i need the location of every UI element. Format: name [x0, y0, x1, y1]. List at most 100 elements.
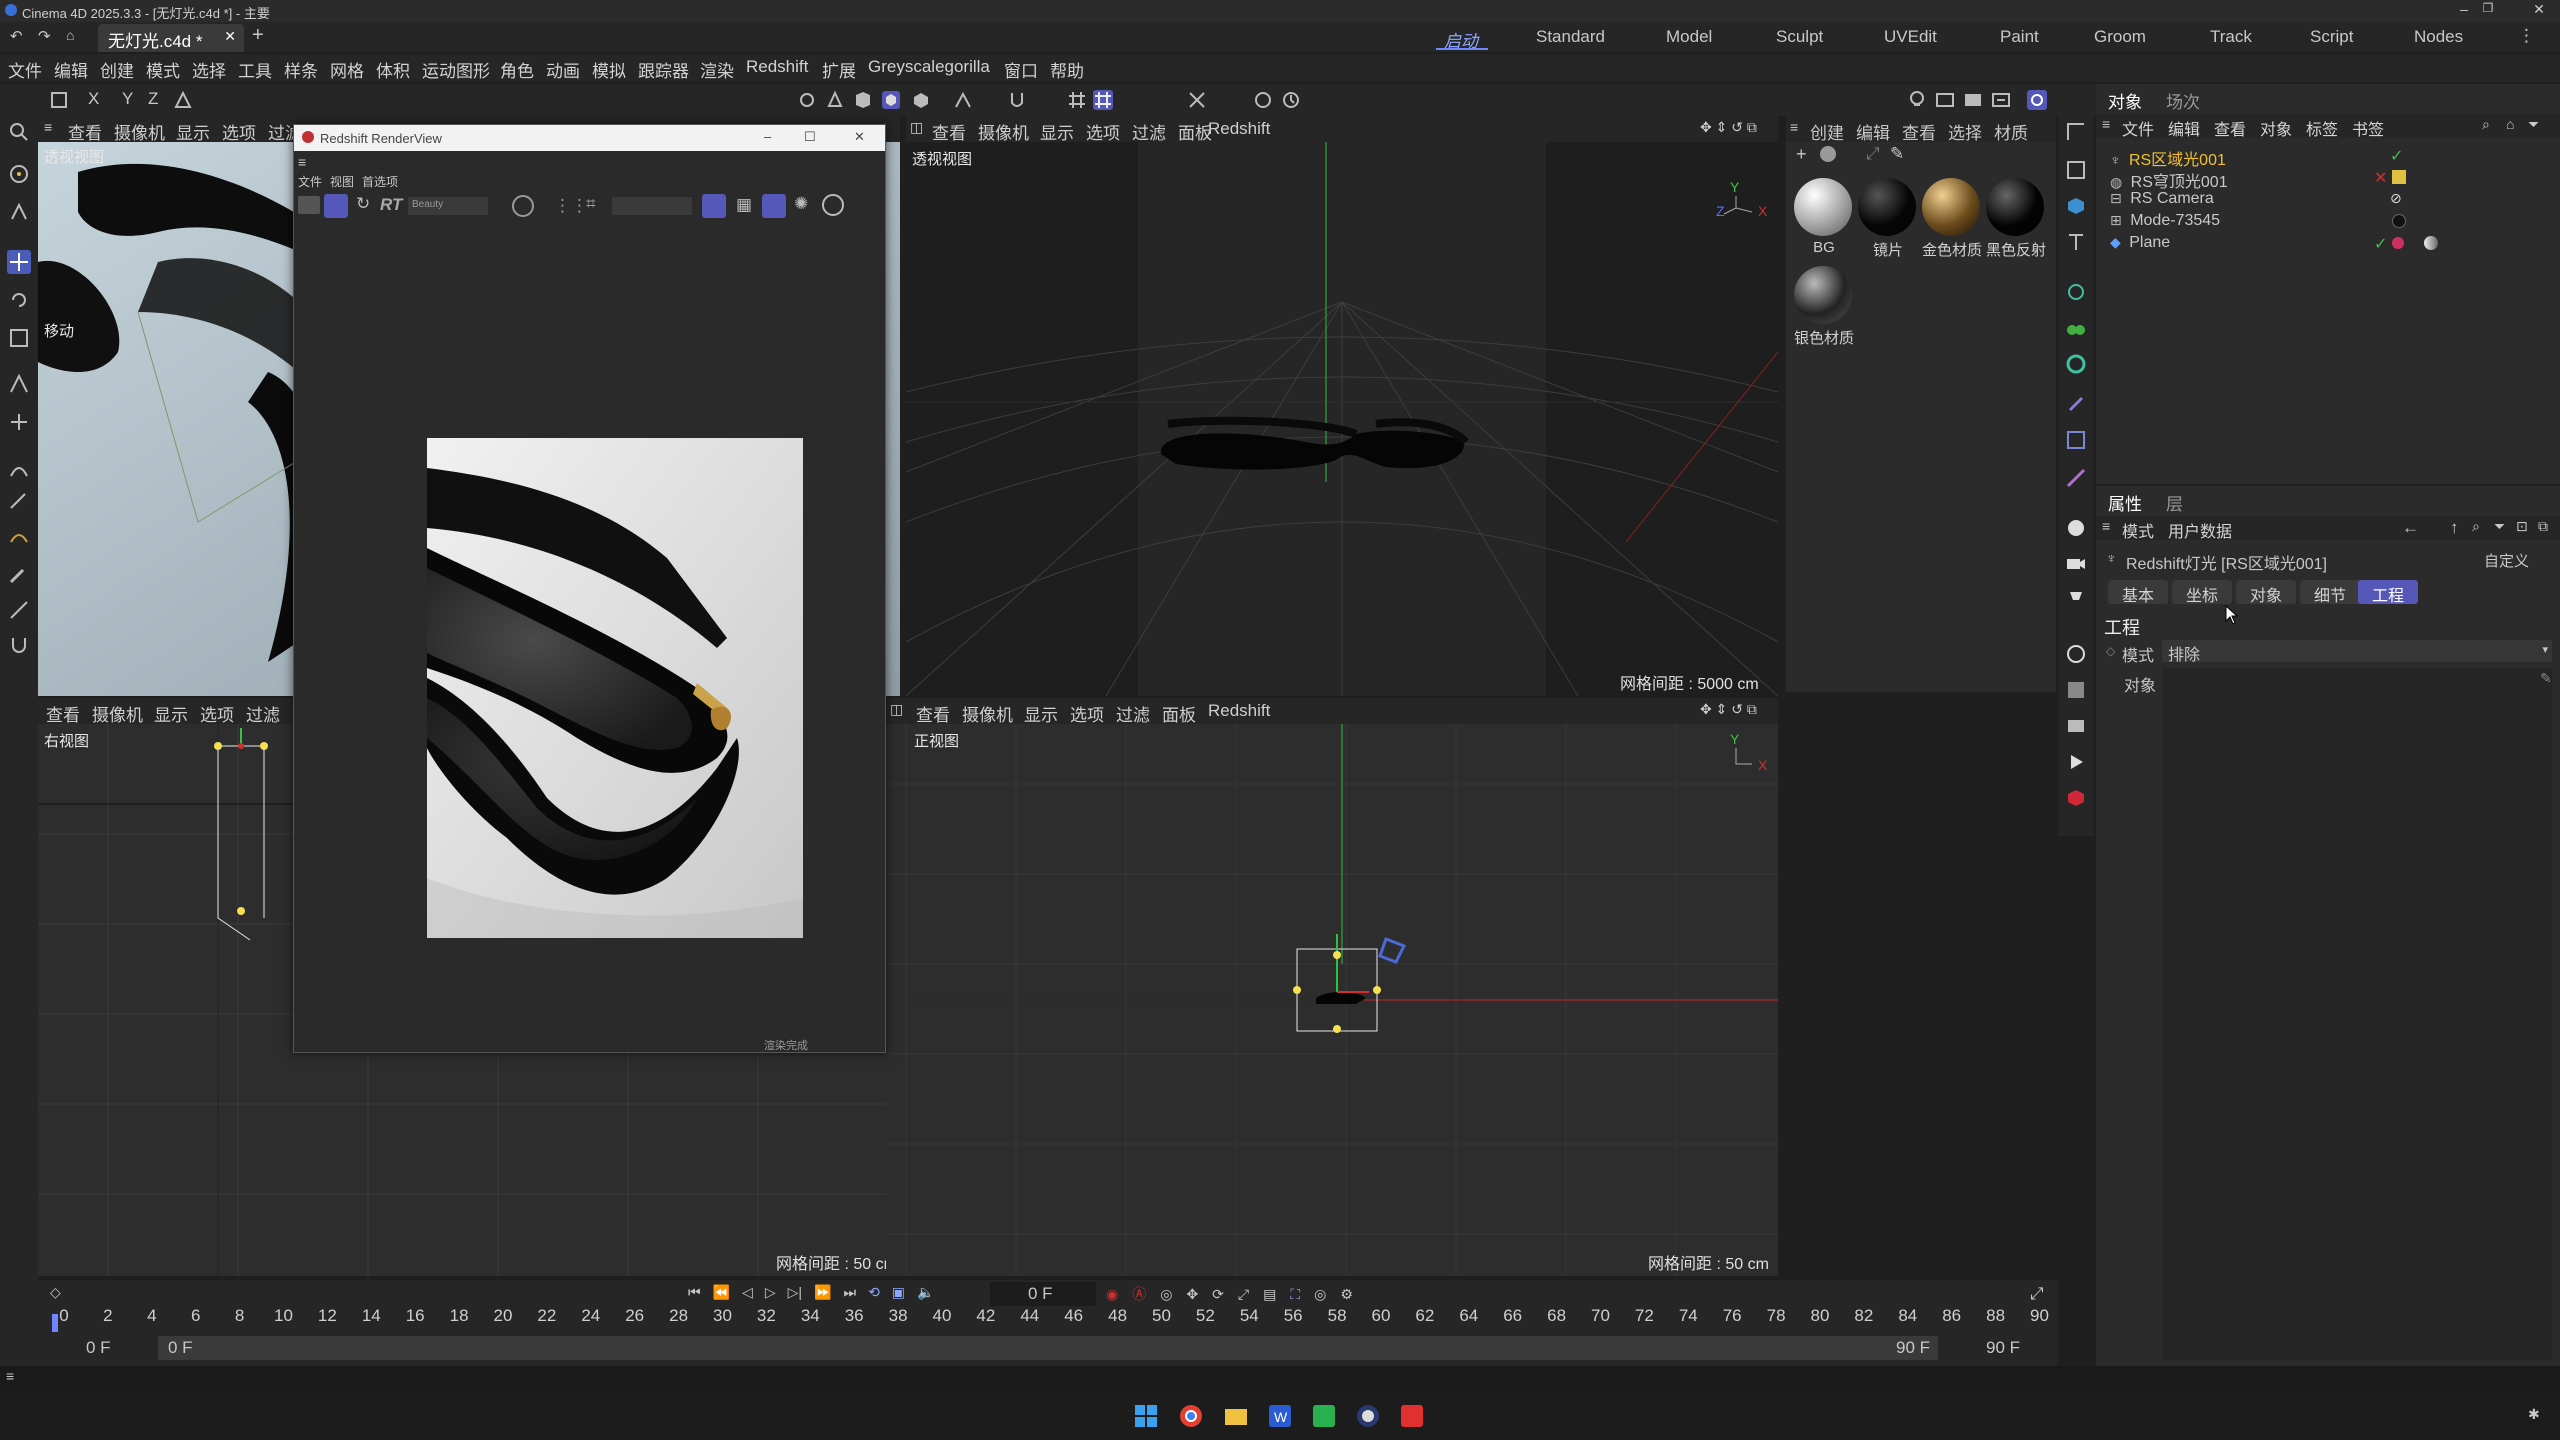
vp-front-menu-filter[interactable]: 过滤 — [1116, 701, 1150, 726]
next-frame-icon[interactable]: ▷| — [788, 1284, 802, 1301]
current-frame-field[interactable]: 0 F — [990, 1282, 1096, 1306]
up-arrow-icon[interactable]: ↑ — [2450, 518, 2459, 538]
menu-render[interactable]: 渲染 — [700, 57, 734, 82]
vp-front-menu-view[interactable]: 查看 — [916, 701, 950, 726]
rv-refresh-icon[interactable]: ↻ — [356, 194, 370, 214]
rv-menu-view[interactable]: 视图 — [330, 173, 354, 190]
obj-menu-icon[interactable]: ≡ — [2102, 116, 2110, 132]
vp-tl-menu-options[interactable]: 选项 — [222, 119, 256, 144]
rv-snowflake-icon[interactable] — [762, 194, 786, 218]
generator-icon[interactable] — [2064, 316, 2088, 340]
magnet-icon[interactable] — [7, 634, 31, 658]
redo-icon[interactable]: ↷ — [38, 27, 51, 45]
vp-tl-menu-camera[interactable]: 摄像机 — [114, 119, 165, 144]
word-icon[interactable]: W — [1268, 1404, 1292, 1428]
attr-tab-basic[interactable]: 基本 — [2108, 580, 2169, 605]
vp-persp-menu-filter[interactable]: 过滤 — [1132, 119, 1166, 144]
motion-icon[interactable]: ◎ — [1314, 1286, 1326, 1303]
mat-menu-create[interactable]: 创建 — [1810, 119, 1844, 144]
redshift-renderview-window[interactable]: Redshift RenderView – ☐ ✕ ≡ 文件 视图 首选项 ↻ … — [293, 124, 886, 1053]
plane-primitive-icon[interactable] — [2064, 158, 2088, 182]
scale-tool-icon[interactable] — [7, 326, 31, 350]
edges-mode-icon[interactable] — [824, 89, 846, 111]
rv-crop-icon[interactable]: ⌗ — [586, 194, 596, 214]
deformer-icon[interactable] — [2064, 352, 2088, 376]
menu-mograph[interactable]: 运动图形 — [422, 57, 490, 82]
rv-menu-icon[interactable]: ≡ — [298, 154, 306, 170]
layout-tab-startup[interactable]: 启动 — [1444, 27, 1478, 52]
axis-lock-y[interactable]: Y — [122, 89, 133, 109]
obj-menu-tags[interactable]: 标签 — [2306, 116, 2338, 140]
menu-volume[interactable]: 体积 — [376, 57, 410, 82]
layout-tab-sculpt[interactable]: Sculpt — [1776, 27, 1823, 47]
file-tab[interactable]: 无灯光.c4d * ✕ — [98, 24, 244, 52]
loop-icon[interactable]: ⟲ — [868, 1284, 880, 1301]
menu-create[interactable]: 创建 — [100, 57, 134, 82]
vp-front-panel-icon[interactable]: ◫ — [890, 701, 903, 718]
obj-menu-edit[interactable]: 编辑 — [2168, 116, 2200, 140]
vp-persp-menu-view[interactable]: 查看 — [932, 119, 966, 144]
object-row-rs-camera[interactable]: ⊟ RS Camera ⊘ — [2110, 190, 2402, 212]
keyframe-diamond-icon[interactable]: ◇ — [50, 1284, 61, 1301]
menu-spline[interactable]: 样条 — [284, 57, 318, 82]
rv-color-mode-icon[interactable] — [512, 195, 534, 217]
close-icon[interactable]: ✕ — [2530, 1, 2548, 19]
prev-frame-icon[interactable]: ◁ — [742, 1284, 753, 1301]
camera-tag-icon[interactable]: ⊘ — [2390, 190, 2402, 207]
null-object-icon[interactable] — [2064, 120, 2088, 144]
camera-icon[interactable] — [2064, 552, 2088, 576]
chrome-icon[interactable] — [1179, 1404, 1203, 1428]
range-start[interactable]: 0 F — [86, 1338, 111, 1358]
attr-tab-coord[interactable]: 坐标 — [2172, 580, 2233, 605]
rv-grid-icon[interactable]: ⋮⋮ — [554, 196, 588, 216]
placement-tool-icon[interactable] — [7, 410, 31, 434]
menu-tracker[interactable]: 跟踪器 — [638, 57, 689, 82]
move-tool-icon[interactable] — [7, 250, 31, 274]
rv-close-icon[interactable]: ✕ — [854, 129, 865, 145]
material-lens[interactable]: 镜片 — [1858, 178, 1918, 260]
menu-edit[interactable]: 编辑 — [54, 57, 88, 82]
custom-dropdown[interactable]: 自定义 — [2484, 550, 2529, 571]
autokey-icon[interactable]: Ⓐ — [1132, 1284, 1146, 1304]
preview-range-icon[interactable]: ▣ — [892, 1284, 905, 1301]
texture-mode-icon[interactable] — [910, 89, 932, 111]
redshift-cube-icon[interactable] — [2064, 786, 2088, 810]
snap-icon[interactable] — [1066, 89, 1088, 111]
object-row-rs-area-light[interactable]: ♆ RS区域光001 ✓ — [2110, 146, 2403, 169]
rv-tiles-icon[interactable]: ▦ — [736, 195, 752, 215]
environment-icon[interactable] — [2064, 516, 2088, 540]
material-tag-icon[interactable] — [2392, 214, 2406, 228]
transform-tool-icon[interactable] — [7, 372, 31, 396]
mat-menu-icon[interactable]: ≡ — [1790, 119, 1798, 135]
keyframe-selection-icon[interactable]: ◎ — [1160, 1286, 1172, 1303]
workplane-icon[interactable] — [1186, 89, 1208, 111]
material-gold[interactable]: 金色材质 — [1922, 178, 1982, 260]
soft-selection-icon[interactable] — [1006, 89, 1028, 111]
back-arrow-icon[interactable]: ← — [2402, 518, 2419, 538]
record-icon[interactable]: ◉ — [1106, 1286, 1118, 1303]
spline-smooth-icon[interactable] — [7, 526, 31, 550]
layout-tab-model[interactable]: Model — [1666, 27, 1712, 47]
obj-filter-icon[interactable]: ⏷ — [2528, 116, 2539, 133]
mode-dropdown[interactable]: 排除 ▾ — [2162, 640, 2552, 664]
material-silver[interactable]: 银色材质 — [1794, 266, 1854, 348]
menu-extensions[interactable]: 扩展 — [822, 57, 856, 82]
more-layouts-icon[interactable]: ⋮ — [2518, 26, 2535, 46]
layout-tab-paint[interactable]: Paint — [2000, 27, 2039, 47]
rv-minimize-icon[interactable]: – — [764, 129, 771, 144]
redshift-render-icon[interactable] — [2026, 89, 2048, 111]
model-mode-icon[interactable] — [48, 89, 70, 111]
minimize-icon[interactable]: – — [2455, 1, 2473, 19]
vp-right-menu-camera[interactable]: 摄像机 — [92, 701, 143, 726]
snap-grid-icon[interactable] — [1092, 89, 1114, 111]
vp-persp-nav-icons[interactable]: ✥ ⇕ ↺ ⧉ — [1700, 119, 1757, 136]
redshift-light-icon[interactable] — [2064, 714, 2088, 738]
notification-icon[interactable]: ✱ — [2528, 1406, 2540, 1423]
rv-film-icon[interactable] — [298, 196, 320, 214]
menu-character[interactable]: 角色 — [500, 57, 534, 82]
search-icon[interactable] — [7, 120, 31, 144]
tab-attributes[interactable]: 属性 — [2108, 490, 2142, 515]
obj-menu-object[interactable]: 对象 — [2260, 116, 2292, 140]
add-material-icon[interactable]: + — [1796, 144, 1807, 165]
close-tab-icon[interactable]: ✕ — [224, 28, 236, 45]
